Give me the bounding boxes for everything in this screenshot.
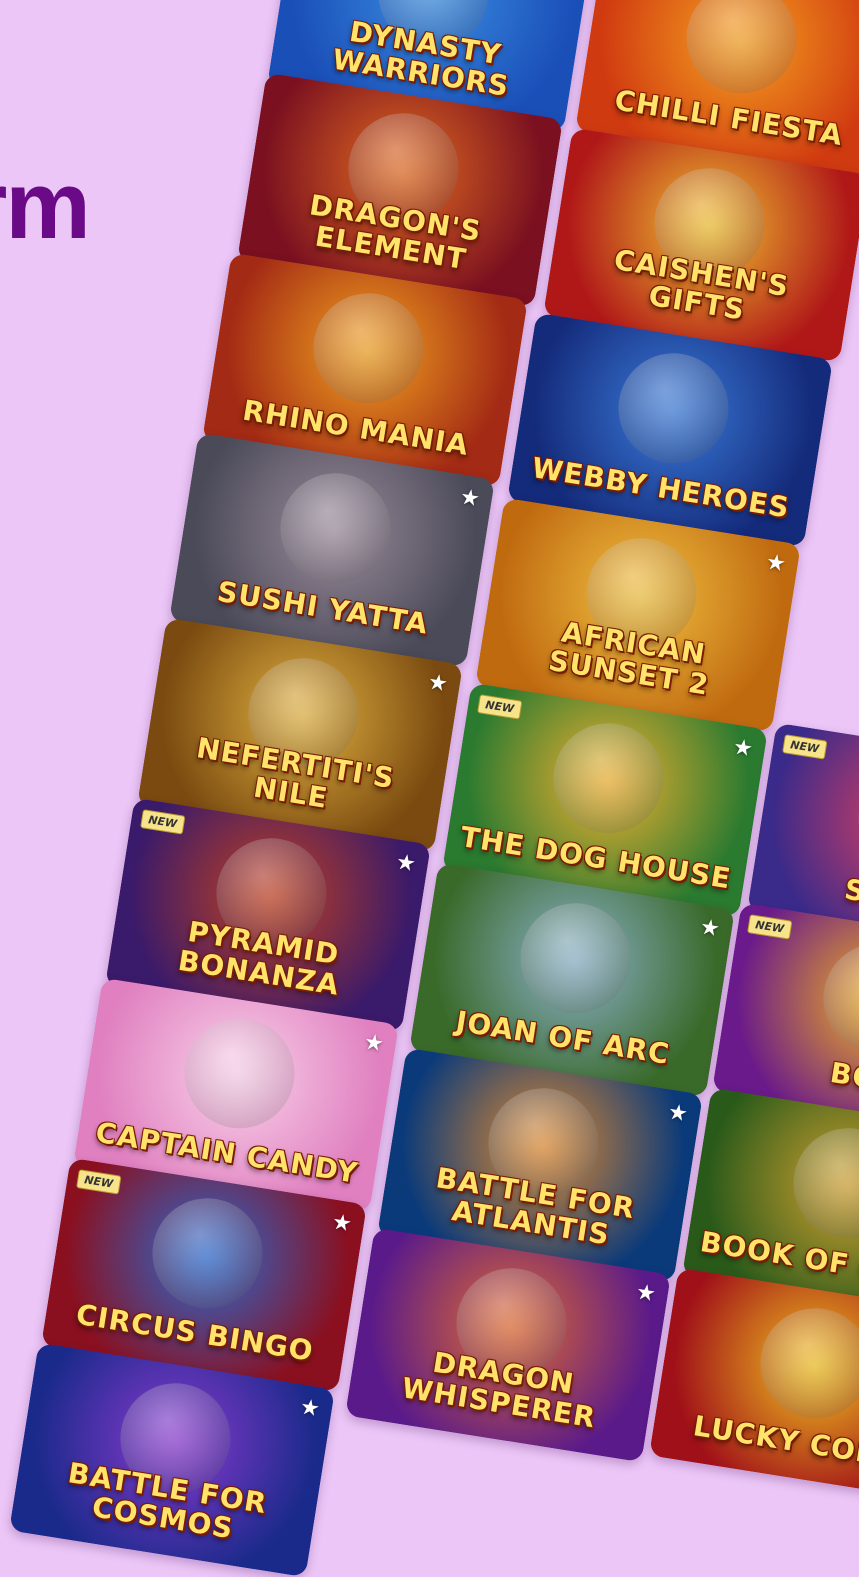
favorite-star-icon[interactable]: ★ <box>458 485 481 513</box>
favorite-star-icon[interactable]: ★ <box>666 1100 689 1128</box>
game-grid: DYNASTY WARRIORS CHILLI FIESTA DRAGON'S EL… <box>0 0 859 1577</box>
favorite-star-icon[interactable]: ★ <box>330 1210 353 1238</box>
favorite-star-icon[interactable]: ★ <box>426 670 449 698</box>
favorite-star-icon[interactable]: ★ <box>634 1280 657 1308</box>
favorite-star-icon[interactable]: ★ <box>362 1030 385 1058</box>
favorite-star-icon[interactable]: ★ <box>298 1395 321 1423</box>
game-tile[interactable]: LUCKY COINS <box>648 1267 859 1503</box>
favorite-star-icon[interactable]: ★ <box>698 915 721 943</box>
favorite-star-icon[interactable]: ★ <box>394 850 417 878</box>
favorite-star-icon[interactable]: ★ <box>731 735 754 763</box>
favorite-star-icon[interactable]: ★ <box>764 550 787 578</box>
